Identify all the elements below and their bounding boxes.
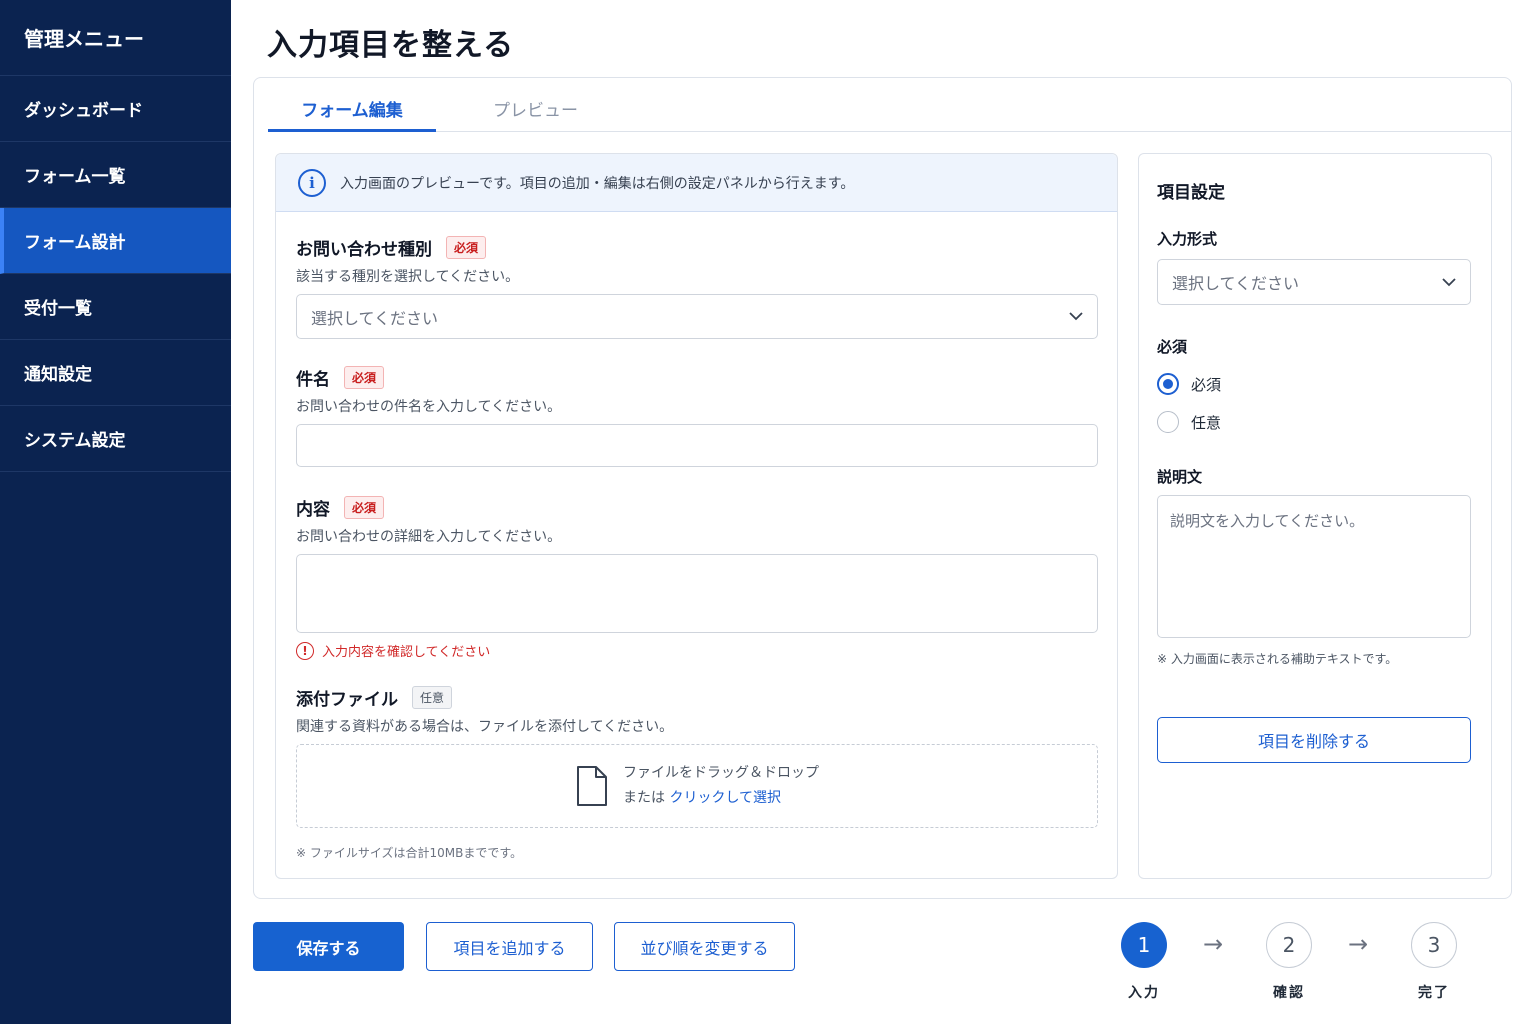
sidebar-item-dashboard[interactable]: ダッシュボード [0, 76, 231, 142]
input-type-label: 入力形式 [1157, 230, 1218, 248]
radio-label: 任意 [1191, 413, 1222, 432]
field-label: お問い合わせ種別 [296, 239, 432, 260]
description-textarea[interactable]: 説明文を入力してください。 [1157, 495, 1471, 638]
main-content: 入力項目を整える フォーム編集 プレビュー i 入力画面のプレビューです。項目の… [231, 0, 1536, 1024]
file-icon [577, 766, 607, 806]
step-label: 完了 [1418, 985, 1450, 1001]
step-label: 入力 [1128, 985, 1160, 1001]
field-description: 該当する種別を選択してください。 [296, 269, 520, 285]
input-type-select[interactable]: 選択してください [1157, 259, 1471, 305]
field-inquiry-type: お問い合わせ種別 必須 該当する種別を選択してください。 選択してください [296, 234, 1098, 339]
arrow-right-icon: → [1203, 930, 1224, 958]
arrow-right-icon: → [1348, 930, 1369, 958]
select-file-link[interactable]: クリックして選択 [669, 790, 781, 806]
info-icon: i [298, 168, 326, 197]
delete-item-button[interactable]: 項目を削除する [1157, 717, 1471, 763]
content-textarea[interactable] [296, 554, 1098, 633]
field-description: お問い合わせの件名を入力してください。 [296, 399, 562, 415]
required-label: 必須 [1157, 338, 1188, 356]
save-button[interactable]: 保存する [253, 922, 404, 971]
tab-form-edit[interactable]: フォーム編集 [268, 96, 436, 132]
required-badge: 必須 [446, 235, 487, 259]
tab-bar: フォーム編集 プレビュー [268, 78, 1511, 132]
dropzone-or: または [623, 790, 665, 806]
select-placeholder: 選択してください [311, 308, 439, 328]
description-note: ※ 入力画面に表示される補助テキストです。 [1157, 652, 1398, 666]
file-size-note: ※ ファイルサイズは合計10MBまでです。 [296, 846, 523, 860]
chevron-down-icon [1442, 277, 1456, 286]
sidebar-item-reception-list[interactable]: 受付一覧 [0, 274, 231, 340]
file-dropzone[interactable]: ファイルをドラッグ＆ドロップ または クリックして選択 [296, 744, 1098, 828]
field-attachment: 添付ファイル 任意 関連する資料がある場合は、ファイルを添付してください。 ファ… [296, 684, 1098, 861]
error-message: ! 入力内容を確認してください [296, 641, 1098, 660]
field-description: お問い合わせの詳細を入力してください。 [296, 529, 562, 545]
sidebar-title: 管理メニュー [0, 0, 231, 76]
radio-required[interactable]: 必須 [1157, 365, 1471, 403]
editor-panel: フォーム編集 プレビュー i 入力画面のプレビューです。項目の追加・編集は右側の… [253, 77, 1512, 899]
field-label: 添付ファイル [296, 689, 398, 710]
required-badge: 必須 [344, 365, 385, 389]
sidebar: 管理メニュー ダッシュボード フォーム一覧 フォーム設計 受付一覧 通知設定 シ… [0, 0, 231, 1024]
description-group: 説明文 説明文を入力してください。 ※ 入力画面に表示される補助テキストです。 [1157, 466, 1471, 667]
error-text: 入力内容を確認してください [322, 645, 491, 660]
field-description: 関連する資料がある場合は、ファイルを添付してください。 [296, 719, 674, 735]
description-label: 説明文 [1157, 468, 1203, 486]
sidebar-item-form-list[interactable]: フォーム一覧 [0, 142, 231, 208]
inquiry-type-select[interactable]: 選択してください [296, 294, 1098, 339]
settings-title: 項目設定 [1157, 183, 1225, 203]
field-label: 内容 [296, 499, 330, 520]
field-subject: 件名 必須 お問い合わせの件名を入力してください。 [296, 364, 1098, 467]
field-label: 件名 [296, 369, 330, 390]
add-item-button[interactable]: 項目を追加する [426, 922, 593, 971]
step-number: 2 [1266, 922, 1312, 968]
sidebar-item-notification-settings[interactable]: 通知設定 [0, 340, 231, 406]
form-preview-card: i 入力画面のプレビューです。項目の追加・編集は右側の設定パネルから行えます。 … [275, 153, 1118, 879]
info-text: 入力画面のプレビューです。項目の追加・編集は右側の設定パネルから行えます。 [340, 175, 855, 192]
input-type-group: 入力形式 選択してください [1157, 228, 1471, 305]
step-input: 1 入力 [1114, 922, 1174, 1002]
field-content: 内容 必須 お問い合わせの詳細を入力してください。 ! 入力内容を確認してくださ… [296, 494, 1098, 660]
step-confirm: 2 確認 [1259, 922, 1319, 1002]
page-title: 入力項目を整える [267, 28, 515, 63]
optional-badge: 任意 [412, 685, 453, 709]
item-settings-card: 項目設定 入力形式 選択してください 必須 必須 任意 説明文 説明文を入力して… [1138, 153, 1492, 879]
tab-preview[interactable]: プレビュー [493, 96, 578, 132]
required-group: 必須 必須 任意 [1157, 336, 1471, 441]
alert-icon: ! [296, 641, 314, 660]
sidebar-item-form-design[interactable]: フォーム設計 [0, 208, 231, 274]
chevron-down-icon [1069, 312, 1083, 321]
required-badge: 必須 [344, 495, 385, 519]
step-label: 確認 [1273, 985, 1305, 1001]
step-number: 3 [1411, 922, 1457, 968]
subject-input[interactable] [296, 424, 1098, 467]
dropzone-text: ファイルをドラッグ＆ドロップ [623, 765, 819, 781]
radio-button-checked[interactable] [1157, 373, 1179, 395]
radio-button[interactable] [1157, 411, 1179, 433]
radio-optional[interactable]: 任意 [1157, 403, 1471, 441]
step-complete: 3 完了 [1404, 922, 1464, 1002]
radio-label: 必須 [1191, 375, 1222, 394]
sidebar-item-system-settings[interactable]: システム設定 [0, 406, 231, 472]
info-banner: i 入力画面のプレビューです。項目の追加・編集は右側の設定パネルから行えます。 [276, 154, 1117, 212]
step-number: 1 [1121, 922, 1167, 968]
select-placeholder: 選択してください [1172, 274, 1300, 293]
reorder-button[interactable]: 並び順を変更する [614, 922, 795, 971]
